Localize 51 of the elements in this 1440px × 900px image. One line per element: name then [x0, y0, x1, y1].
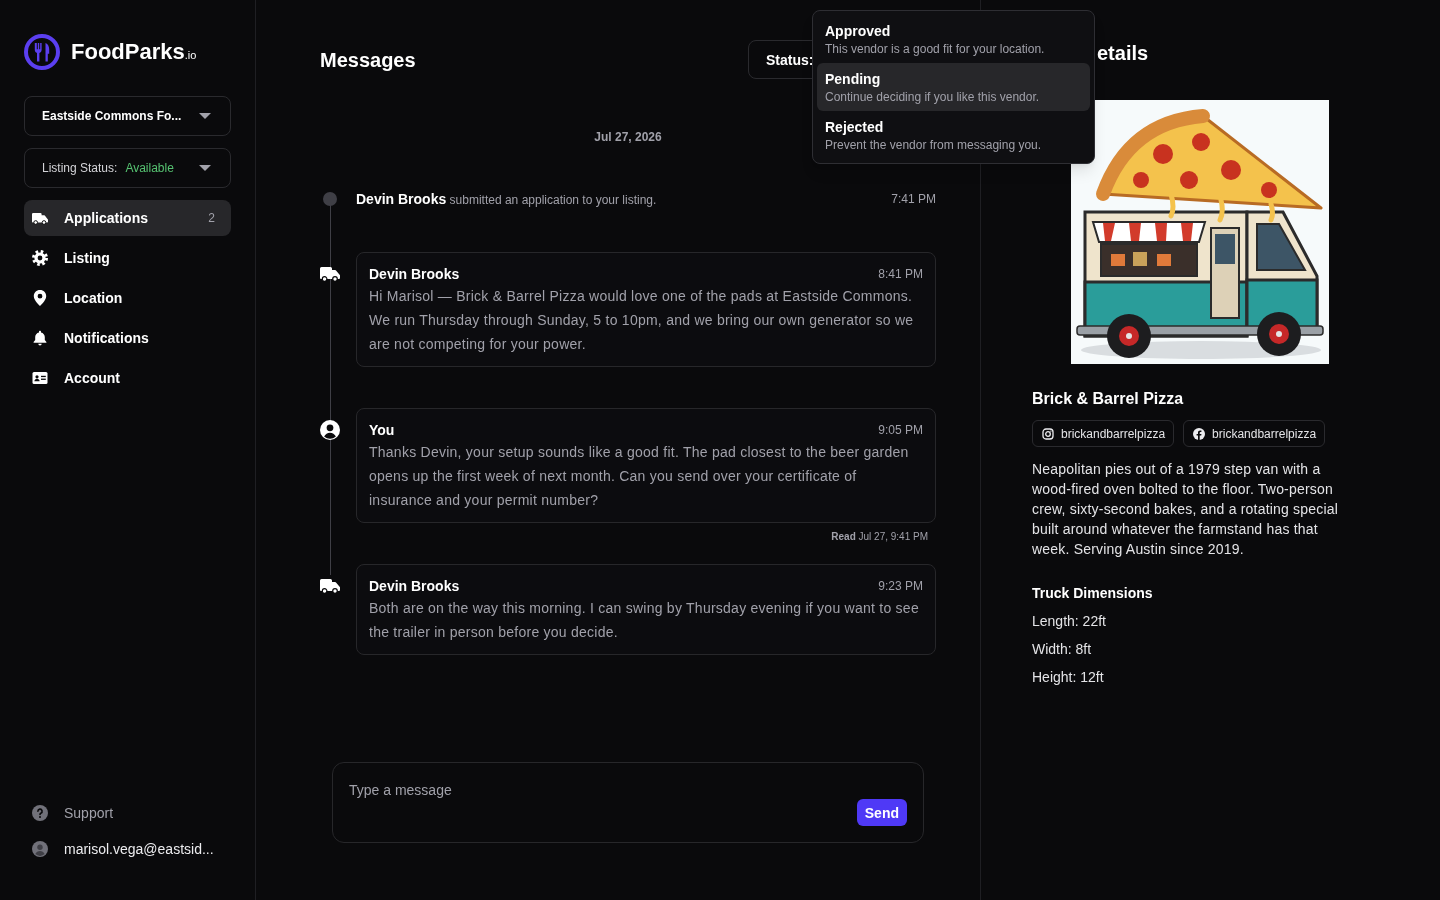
message-time: 9:23 PM — [878, 578, 923, 594]
message-time: 8:41 PM — [878, 266, 923, 282]
nav-item[interactable]: Notifications — [24, 320, 231, 356]
location-select[interactable]: Eastside Commons Fo... — [24, 96, 231, 136]
dimensions-title: Truck Dimensions — [1032, 584, 1153, 603]
message-time: 9:05 PM — [878, 422, 923, 438]
sender-name: Devin Brooks — [369, 577, 460, 596]
dimension-item: Length: 22ft — [1032, 612, 1106, 631]
event-time: 7:41 PM — [891, 191, 936, 207]
facebook-icon — [1193, 427, 1206, 440]
nav-item[interactable]: Applications 2 — [24, 200, 231, 236]
bell-icon — [32, 330, 48, 346]
nav-item[interactable]: Listing — [24, 240, 231, 276]
item-count: 2 — [208, 210, 215, 226]
sender-name: You — [369, 421, 395, 440]
support-link[interactable]: Support — [24, 795, 231, 831]
account-button[interactable]: marisol.vega@eastsid... — [24, 831, 231, 867]
listing-status-select[interactable]: Listing Status: Available — [24, 148, 231, 188]
user-icon — [320, 420, 340, 440]
vendor-description: Neapolitan pies out of a 1979 step van with a wood-fired oven bolted to the floor. Two-person crew, sixty-second bakes, and a rotating special built around whatever the farmstand has that week. Serving Austin since 2019. — [1032, 460, 1340, 559]
instagram-icon — [1042, 427, 1054, 440]
event-text: Devin Brooks submitted an application to your listing. — [356, 190, 657, 209]
caret-icon — [199, 113, 211, 119]
read-receipt: Read Jul 27, 9:41 PM — [831, 530, 928, 544]
dimension-item: Width: 8ft — [1032, 640, 1092, 659]
social-link[interactable]: brickandbarrelpizza — [1032, 420, 1175, 447]
help-icon — [32, 805, 48, 821]
date-label: Jul 27, 2026 — [594, 129, 662, 145]
send-button[interactable]: Send — [856, 799, 907, 826]
user-icon — [32, 841, 48, 857]
truck-icon — [320, 266, 340, 282]
nav-item[interactable]: Account — [24, 360, 231, 396]
caret-icon — [199, 165, 211, 171]
pin-icon — [32, 290, 48, 306]
nav-item[interactable]: Location — [24, 280, 231, 316]
gear-icon — [32, 250, 48, 266]
id-card-icon — [32, 370, 48, 386]
fork-knife-icon — [24, 34, 60, 70]
dimension-item: Height: 12ft — [1032, 668, 1104, 687]
message-text: Both are on the way this morning. I can swing by Thursday evening if you want to see the trailer in person before you decide. — [369, 599, 920, 642]
status-option[interactable]: Pending Continue deciding if you like this vendor. — [817, 63, 1090, 111]
vendor-name: Brick & Barrel Pizza — [1032, 389, 1184, 409]
truck-icon — [320, 578, 340, 594]
page-title: Messages — [320, 47, 416, 73]
message-text: Thanks Devin, your setup sounds like a good fit. The pad closest to the beer garden opens up the first week of next month. Can you send over your certificate of insurance and your permit number? — [369, 443, 910, 510]
truck-icon — [32, 211, 48, 225]
message-text: Hi Marisol — Brick & Barrel Pizza would love one of the pads at Eastside Commons. We run Thursday through Sunday, 5 to 10pm, and we bring our own generator so we are not competing for your power. — [369, 287, 915, 354]
details-title: etails — [1097, 41, 1149, 66]
social-link[interactable]: brickandbarrelpizza — [1183, 420, 1326, 447]
status-option[interactable]: Rejected Prevent the vendor from messaging you. — [817, 111, 1090, 159]
sender-name: Devin Brooks — [369, 265, 460, 284]
